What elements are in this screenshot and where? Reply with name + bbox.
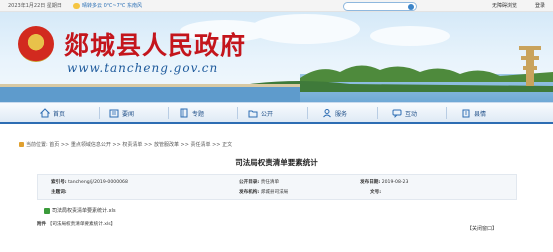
nav-item-public[interactable]: 公开 <box>248 103 273 123</box>
main-nav: 首页 要闻 专题 公开 服务 互动 县情 <box>0 102 553 124</box>
folder-icon <box>248 110 258 118</box>
nav-label: 要闻 <box>122 110 135 118</box>
accessibility-link[interactable]: 无障碍浏览 <box>492 0 517 12</box>
breadcrumb: 当前位置: 首页 >> 重点领域信息公开 >> 权责清单 >> 放管服改革 >>… <box>19 141 232 148</box>
keyword-label: 主题词: <box>51 190 67 195</box>
person-icon <box>323 109 331 118</box>
publisher-value: 郯城县司法局 <box>260 190 289 195</box>
newspaper-icon <box>109 109 119 118</box>
breadcrumb-text[interactable]: 当前位置: 首页 >> 重点领域信息公开 >> 权责清单 >> 放管服改革 >>… <box>26 142 232 148</box>
nav-item-news[interactable]: 要闻 <box>109 103 134 123</box>
date-value: 2019-08-23 <box>381 180 409 185</box>
nav-divider <box>237 107 238 119</box>
attachment-note-label: 附件 <box>37 222 47 227</box>
attachment-note-link[interactable]: 【司法局权责清单要素统计.xls】 <box>48 222 116 227</box>
nav-label: 首页 <box>53 110 66 118</box>
attachment-file-name: 司法局权责清单要素统计.xls <box>52 208 116 214</box>
nav-label: 专题 <box>192 110 205 118</box>
top-bar: 2023年1月22日 星期日 晴转多云 0℃~7℃ 东南风 无障碍浏览 登录 <box>0 0 553 12</box>
publisher-label: 发布机构: <box>239 190 260 195</box>
weather-icon <box>73 3 80 9</box>
index-value: tancheng/j/2019-0000068 <box>68 180 128 185</box>
chat-icon <box>392 109 402 118</box>
date-text: 2023年1月22日 星期日 <box>8 3 62 9</box>
search-input[interactable] <box>343 2 417 11</box>
nav-divider <box>168 107 169 119</box>
weather-text: 晴转多云 0℃~7℃ 东南风 <box>82 3 142 9</box>
nav-item-service[interactable]: 服务 <box>322 103 347 123</box>
nav-divider <box>446 107 447 119</box>
nav-label: 服务 <box>335 110 348 118</box>
site-banner: 郯城县人民政府 www.tancheng.gov.cn <box>0 12 553 102</box>
index-label: 索引号: <box>51 180 67 185</box>
nav-item-county[interactable]: 县情 <box>461 103 486 123</box>
nav-item-interact[interactable]: 互动 <box>392 103 417 123</box>
nav-divider <box>377 107 378 119</box>
close-window-button[interactable]: 【关闭窗口】 <box>467 225 497 232</box>
nav-item-topics[interactable]: 专题 <box>179 103 204 123</box>
attachment-note: 附件 【司法局权责清单要素统计.xls】 <box>37 221 115 227</box>
location-icon <box>19 142 24 147</box>
book-icon <box>180 108 188 118</box>
nav-item-home[interactable]: 首页 <box>40 103 65 123</box>
attachment-link[interactable]: 司法局权责清单要素统计.xls <box>44 207 116 214</box>
nav-divider <box>307 107 308 119</box>
home-icon <box>40 108 50 118</box>
document-meta-table: 索引号: tancheng/j/2019-0000068 公开目录: 责任清单 … <box>37 174 517 200</box>
date-label: 发布日期: <box>360 180 381 185</box>
login-link[interactable]: 登录 <box>535 0 545 12</box>
search-icon[interactable] <box>408 4 414 10</box>
docno-label: 文号: <box>370 190 382 195</box>
nav-label: 互动 <box>405 110 418 118</box>
site-title: 郯城县人民政府 <box>64 31 247 60</box>
nav-label: 县情 <box>474 110 487 118</box>
excel-file-icon <box>44 207 50 214</box>
page-title: 司法局权责清单要素统计 <box>235 158 318 167</box>
building-icon <box>462 109 470 118</box>
category-value: 责任清单 <box>260 180 280 185</box>
site-url: www.tancheng.gov.cn <box>67 61 219 75</box>
nav-label: 公开 <box>261 110 274 118</box>
category-label: 公开目录: <box>239 180 260 185</box>
nav-divider <box>99 107 100 119</box>
national-emblem-logo <box>18 26 54 62</box>
